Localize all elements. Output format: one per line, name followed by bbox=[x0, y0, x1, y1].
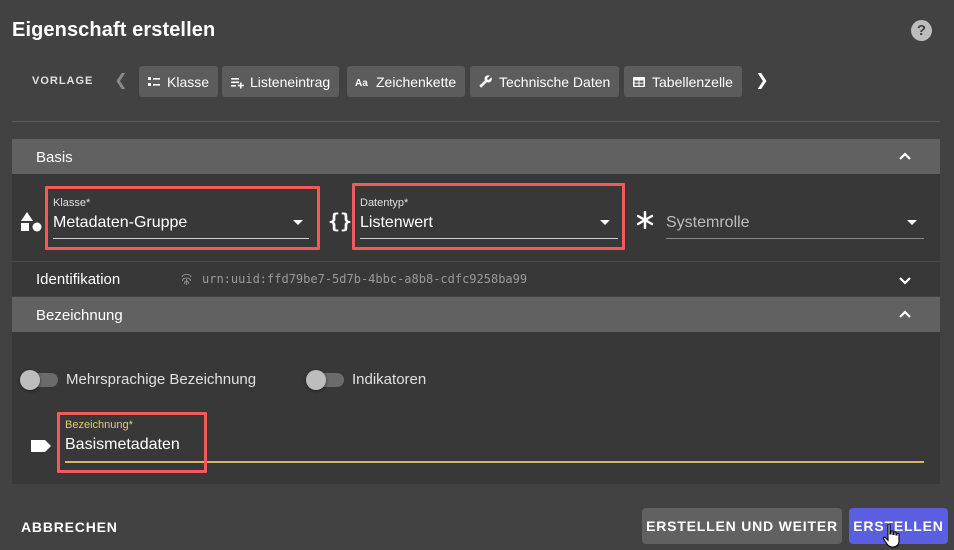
template-chip-klasse[interactable]: Klasse bbox=[139, 66, 219, 97]
chevron-up-icon bbox=[899, 152, 911, 160]
template-chip-label: Listeneintrag bbox=[250, 73, 331, 90]
playlist-add-icon bbox=[231, 77, 244, 88]
toggle-knob bbox=[306, 370, 326, 390]
panel-body-basis: Klasse* Metadaten-Gruppe {} Datentyp* Li… bbox=[12, 174, 940, 261]
dialog-title: Eigenschaft erstellen bbox=[12, 19, 216, 41]
chevron-right-icon[interactable]: ❯ bbox=[754, 70, 770, 92]
toggle-label: Mehrsprachige Bezeichnung bbox=[66, 371, 257, 388]
panel-header-basis[interactable]: Basis bbox=[12, 139, 940, 174]
template-chip-label: Zeichenkette bbox=[376, 73, 457, 90]
template-label: VORLAGE bbox=[32, 75, 94, 87]
systemrolle-placeholder: Systemrolle bbox=[666, 214, 750, 231]
panel-header-label: Basis bbox=[36, 149, 73, 166]
panel-header-label: Identifikation bbox=[36, 271, 121, 288]
create-and-continue-button[interactable]: ERSTELLEN UND WEITER bbox=[642, 508, 842, 544]
caret-down-icon bbox=[907, 220, 917, 225]
asterisk-icon bbox=[636, 211, 654, 229]
toggle-multilingual[interactable]: Mehrsprachige Bezeichnung bbox=[20, 369, 282, 391]
panel-header-label: Bezeichnung bbox=[36, 307, 123, 324]
template-bar: VORLAGE ❮ Klasse Listeneintrag Aa Zeiche… bbox=[0, 64, 954, 98]
panel-header-bezeichnung[interactable]: Bezeichnung bbox=[12, 297, 940, 332]
template-chip-label: Klasse bbox=[167, 73, 210, 90]
identifikation-value: urn:uuid:ffd79be7-5d7b-4bbc-a8b8-cdfc925… bbox=[202, 272, 528, 286]
table-icon bbox=[633, 76, 645, 87]
curly-braces-icon: {} bbox=[328, 209, 353, 233]
help-icon[interactable]: ? bbox=[911, 20, 932, 41]
fingerprint-icon bbox=[181, 273, 192, 285]
class-icon bbox=[148, 76, 160, 86]
template-chip-listeneintrag[interactable]: Listeneintrag bbox=[222, 66, 340, 97]
shapes-icon bbox=[21, 212, 42, 232]
highlight-frame bbox=[352, 183, 625, 250]
toggle-label: Indikatoren bbox=[352, 371, 427, 388]
highlight-frame bbox=[45, 186, 320, 250]
toggle-indicators[interactable]: Indikatoren bbox=[306, 369, 468, 391]
wrench-icon bbox=[479, 75, 492, 88]
panel-header-identifikation[interactable]: Identifikation urn:uuid:ffd79be7-5d7b-4b… bbox=[12, 261, 940, 296]
toggle-knob bbox=[20, 370, 40, 390]
chevron-left-icon[interactable]: ❮ bbox=[113, 70, 129, 92]
divider bbox=[12, 121, 940, 122]
cancel-button[interactable]: ABBRECHEN bbox=[21, 519, 118, 535]
pointer-cursor-icon bbox=[882, 523, 900, 548]
template-chip-label: Tabellenzelle bbox=[652, 73, 733, 90]
create-property-dialog: Eigenschaft erstellen ? VORLAGE ❮ Klasse… bbox=[0, 0, 954, 550]
text-aa-icon: Aa bbox=[355, 78, 368, 89]
label-tag-icon bbox=[31, 440, 51, 452]
chevron-down-icon bbox=[899, 277, 911, 285]
template-chip-label: Technische Daten bbox=[499, 73, 611, 90]
systemrolle-select[interactable]: Systemrolle bbox=[666, 197, 924, 239]
template-chip-tabellenzelle[interactable]: Tabellenzelle bbox=[624, 66, 742, 97]
chevron-up-icon bbox=[899, 310, 911, 318]
template-chip-technische-daten[interactable]: Technische Daten bbox=[470, 66, 620, 97]
template-chip-zeichenkette[interactable]: Aa Zeichenkette bbox=[347, 66, 466, 97]
panel-body-bezeichnung: Mehrsprachige Bezeichnung Indikatoren Be… bbox=[12, 332, 940, 484]
highlight-frame bbox=[57, 412, 207, 473]
svg-text:Aa: Aa bbox=[355, 78, 368, 89]
field-underline bbox=[666, 238, 924, 239]
